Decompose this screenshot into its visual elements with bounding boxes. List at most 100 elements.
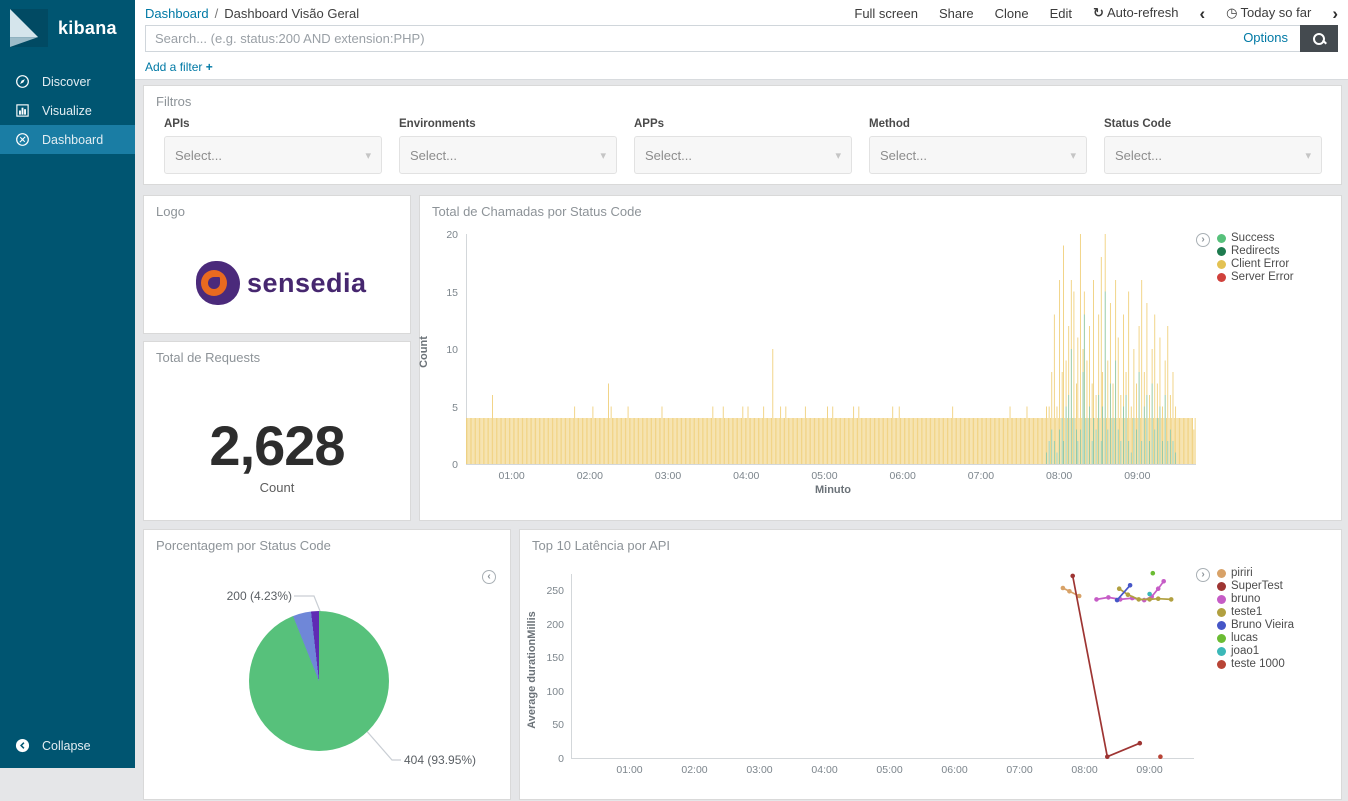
legend-item-bruno[interactable]: bruno xyxy=(1217,593,1294,605)
bar-y-tick: 5 xyxy=(428,402,458,414)
bar-x-axis-label: Minuto xyxy=(815,484,851,496)
legend-item-server-error[interactable]: Server Error xyxy=(1217,271,1294,283)
bar-x-tick: 01:00 xyxy=(498,470,524,482)
time-prev-button[interactable]: ‹ xyxy=(1199,7,1205,20)
filter-label: APIs xyxy=(164,118,382,130)
panel-status-histogram-title: Total de Chamadas por Status Code xyxy=(420,196,1341,219)
legend-item-client-error[interactable]: Client Error xyxy=(1217,258,1294,270)
visualize-icon xyxy=(15,103,30,118)
panel-latency-title: Top 10 Latência por API xyxy=(520,530,1341,553)
sidebar-item-visualize[interactable]: Visualize xyxy=(0,96,135,125)
filter-select-value: Select... xyxy=(175,148,222,163)
filter-label: Status Code xyxy=(1104,118,1322,130)
line-x-tick: 01:00 xyxy=(616,764,642,776)
legend-label: bruno xyxy=(1231,593,1260,605)
legend-item-bruno-vieira[interactable]: Bruno Vieira xyxy=(1217,619,1294,631)
sensedia-logo-text: sensedia xyxy=(247,268,367,299)
status-pie-chart[interactable] xyxy=(249,611,389,751)
bar-x-tick: 06:00 xyxy=(890,470,916,482)
filter-select-method[interactable]: Select...▾ xyxy=(869,136,1087,174)
chevron-down-icon: ▾ xyxy=(835,149,841,162)
legend-label: SuperTest xyxy=(1231,580,1283,592)
add-filter-link[interactable]: Add a filter + xyxy=(145,60,213,74)
share-button[interactable]: Share xyxy=(939,6,974,21)
breadcrumb-dashboard-link[interactable]: Dashboard xyxy=(145,6,209,21)
filter-select-environments[interactable]: Select...▾ xyxy=(399,136,617,174)
latency-plot[interactable] xyxy=(571,570,1211,780)
panel-total-requests: Total de Requests 2,628 Count xyxy=(143,341,411,521)
filter-select-apps[interactable]: Select... ▾ xyxy=(634,136,852,174)
line-y-tick: 200 xyxy=(534,619,564,631)
refresh-icon: ↻ xyxy=(1093,5,1104,20)
bar-y-tick: 0 xyxy=(428,459,458,471)
bar-x-tick: 03:00 xyxy=(655,470,681,482)
filter-environments: EnvironmentsSelect...▾ xyxy=(399,118,617,174)
search-input[interactable] xyxy=(145,25,1338,52)
panel-status-pie: Porcentagem por Status Code ‹ 200 (4.23%… xyxy=(143,529,511,800)
legend-item-teste1[interactable]: teste1 xyxy=(1217,606,1294,618)
legend-label: Client Error xyxy=(1231,258,1289,270)
legend-label: Redirects xyxy=(1231,245,1280,257)
status-histogram-plot[interactable] xyxy=(466,234,1196,464)
filter-select-status-code[interactable]: Select...▾ xyxy=(1104,136,1322,174)
legend-label: teste1 xyxy=(1231,606,1262,618)
filter-select-value: Select... xyxy=(410,148,457,163)
legend-item-piriri[interactable]: piriri xyxy=(1217,567,1294,579)
metric-label: Count xyxy=(144,480,410,495)
panel-status-histogram: Total de Chamadas por Status Code Count … xyxy=(419,195,1342,521)
bar-legend-toggle[interactable]: › xyxy=(1196,233,1210,247)
search-button[interactable] xyxy=(1300,25,1338,52)
sidebar-item-discover[interactable]: Discover xyxy=(0,67,135,96)
filter-select-apis[interactable]: Select...▾ xyxy=(164,136,382,174)
legend-item-lucas[interactable]: lucas xyxy=(1217,632,1294,644)
legend-dot xyxy=(1217,273,1226,282)
panel-logo-title: Logo xyxy=(144,196,410,219)
bar-x-tick: 02:00 xyxy=(577,470,603,482)
panel-filtros-title: Filtros xyxy=(144,86,1341,109)
line-x-tick: 09:00 xyxy=(1136,764,1162,776)
legend-item-joao1[interactable]: joao1 xyxy=(1217,645,1294,657)
line-x-tick: 03:00 xyxy=(746,764,772,776)
filter-select-value: Select... xyxy=(880,148,927,163)
line-y-tick: 100 xyxy=(534,686,564,698)
filter-status-code: Status Code Select...▾ xyxy=(1104,118,1322,174)
legend-label: teste 1000 xyxy=(1231,658,1285,670)
bar-y-tick: 10 xyxy=(428,344,458,356)
sensedia-logo-icon xyxy=(196,261,240,305)
sidebar-item-label: Discover xyxy=(42,75,91,89)
legend-item-supertest[interactable]: SuperTest xyxy=(1217,580,1294,592)
panel-filtros: Filtros APIsSelect...▾EnvironmentsSelect… xyxy=(143,85,1342,185)
search-options-link[interactable]: Options xyxy=(1243,30,1288,45)
legend-item-teste-1000[interactable]: teste 1000 xyxy=(1217,658,1294,670)
dashboard-icon xyxy=(15,132,30,147)
line-y-tick: 250 xyxy=(534,585,564,597)
clone-button[interactable]: Clone xyxy=(995,6,1029,21)
sidebar-item-dashboard[interactable]: Dashboard xyxy=(0,125,135,154)
line-y-tick: 50 xyxy=(534,719,564,731)
clock-icon: ◷ xyxy=(1226,5,1237,20)
discover-icon xyxy=(15,74,30,89)
time-range-picker[interactable]: ◷Today so far xyxy=(1226,5,1311,21)
line-x-tick: 05:00 xyxy=(876,764,902,776)
legend-dot xyxy=(1217,634,1226,643)
auto-refresh-button[interactable]: ↻Auto-refresh xyxy=(1093,5,1178,21)
time-next-button[interactable]: › xyxy=(1332,7,1338,20)
filter-apis: APIs Select...▾ xyxy=(164,118,382,174)
filter-select-value: Select... xyxy=(645,148,692,163)
sidebar-collapse-button[interactable]: Collapse xyxy=(0,731,135,760)
legend-item-success[interactable]: Success xyxy=(1217,232,1294,244)
main-content: Dashboard / Dashboard Visão Geral Full s… xyxy=(135,0,1348,768)
breadcrumb-current: Dashboard Visão Geral xyxy=(224,6,359,21)
legend-item-redirects[interactable]: Redirects xyxy=(1217,245,1294,257)
collapse-icon xyxy=(15,738,30,753)
bar-legend: SuccessRedirectsClient ErrorServer Error xyxy=(1217,232,1294,284)
legend-dot xyxy=(1217,234,1226,243)
line-x-tick: 08:00 xyxy=(1071,764,1097,776)
line-legend-toggle[interactable]: › xyxy=(1196,568,1210,582)
full-screen-button[interactable]: Full screen xyxy=(854,6,918,21)
legend-label: lucas xyxy=(1231,632,1258,644)
bar-x-tick: 08:00 xyxy=(1046,470,1072,482)
kibana-logo[interactable]: kibana xyxy=(0,0,135,59)
line-x-tick: 07:00 xyxy=(1006,764,1032,776)
edit-button[interactable]: Edit xyxy=(1050,6,1072,21)
